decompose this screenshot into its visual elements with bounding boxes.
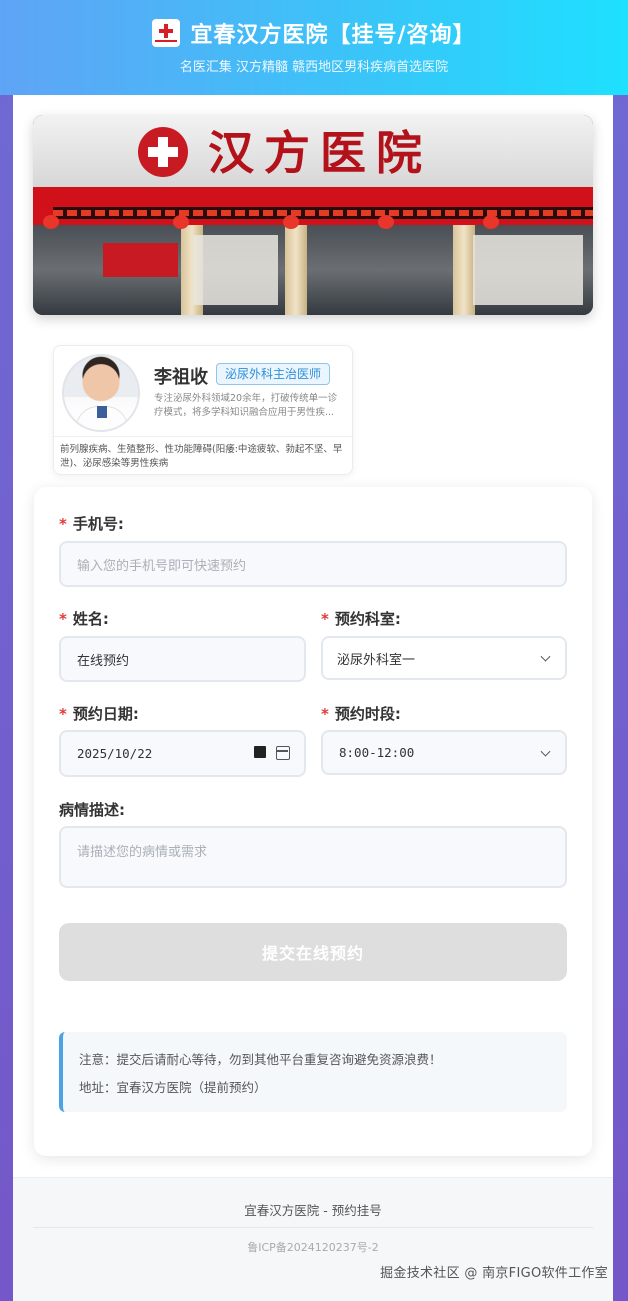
description-label: 病情描述: [59, 801, 125, 819]
footer-divider [33, 1227, 593, 1228]
name-label: * 姓名: [59, 610, 109, 628]
submit-button[interactable]: 提交在线预约 [59, 923, 567, 981]
doctor-card[interactable]: 李祖收 泌尿外科主治医师 专注泌尿外科领域20余年，打破传统单一诊疗模式，将多学… [53, 345, 353, 475]
phone-placeholder: 输入您的手机号即可快速预约 [77, 558, 247, 574]
calendar-picker-icon[interactable] [254, 746, 266, 758]
notice-line: 注意：提交后请耐心等待，勿到其他平台重复咨询避免资源浪费！ [79, 1052, 442, 1067]
banner-sign-text: 汉方医院 [208, 126, 432, 180]
doctor-divider [54, 436, 352, 437]
header: 宜春汉方医院【挂号/咨询】 名医汇集 汉方精髓 赣西地区男科疾病首选医院 [0, 0, 628, 95]
page-title: 宜春汉方医院【挂号/咨询】 [190, 23, 476, 48]
time-select[interactable]: 8:00-12:00 [321, 730, 567, 775]
department-select[interactable]: 泌尿外科室一 [321, 636, 567, 680]
doctor-name: 李祖收 [154, 367, 208, 388]
hospital-cross-icon [138, 127, 188, 177]
description-placeholder: 请描述您的病情或需求 [77, 845, 208, 860]
address-line: 地址：宜春汉方医院（提前预约） [79, 1080, 267, 1095]
name-value: 在线预约 [77, 653, 130, 669]
header-title-row: 宜春汉方医院【挂号/咨询】 [0, 14, 628, 52]
doctor-title-badge: 泌尿外科主治医师 [216, 363, 331, 385]
time-label: * 预约时段: [321, 705, 401, 723]
footer-icp[interactable]: 鲁ICP备2024120237号-2 [13, 1239, 613, 1255]
phone-input[interactable]: 输入您的手机号即可快速预约 [59, 541, 567, 587]
doctor-avatar [62, 354, 140, 432]
chevron-down-icon [540, 746, 551, 757]
department-label: * 预约科室: [321, 610, 401, 628]
description-textarea[interactable]: 请描述您的病情或需求 [59, 826, 567, 888]
doctor-intro: 专注泌尿外科领域20余年，打破传统单一诊疗模式，将多学科知识融合应用于男性疾..… [154, 393, 338, 418]
watermark: 掘金技术社区 @ 南京FIGO软件工作室 [380, 1266, 608, 1281]
date-input[interactable]: 2025/10/22 [59, 730, 306, 777]
hospital-logo-icon [152, 19, 181, 47]
footer: 宜春汉方医院 - 预约挂号 鲁ICP备2024120237号-2 [13, 1177, 613, 1301]
date-label: * 预约日期: [59, 705, 139, 723]
phone-label: * 手机号: [59, 515, 124, 533]
date-value: 2025/10/22 [77, 746, 153, 761]
chevron-down-icon [540, 651, 551, 662]
appointment-form: * 手机号: 输入您的手机号即可快速预约 * 姓名: 在线预约 * 预约科室: 泌尿外… [34, 487, 592, 1156]
required-mark: * [59, 515, 67, 533]
department-value: 泌尿外科室一 [337, 652, 416, 668]
calendar-icon[interactable] [276, 746, 290, 760]
hospital-banner-image: 汉方医院 [33, 115, 593, 315]
footer-title: 宜春汉方医院 - 预约挂号 [244, 1203, 382, 1218]
name-input[interactable]: 在线预约 [59, 636, 306, 682]
doctor-specialties: 前列腺疾病、生殖整形、性功能障碍(阳痿:中途疲软、勃起不坚、早泄)、泌尿感染等男… [60, 444, 343, 469]
page-subtitle: 名医汇集 汉方精髓 赣西地区男科疾病首选医院 [179, 60, 449, 75]
time-value: 8:00-12:00 [339, 745, 415, 760]
notice-box: 注意：提交后请耐心等待，勿到其他平台重复咨询避免资源浪费！ 地址：宜春汉方医院（… [59, 1032, 567, 1112]
